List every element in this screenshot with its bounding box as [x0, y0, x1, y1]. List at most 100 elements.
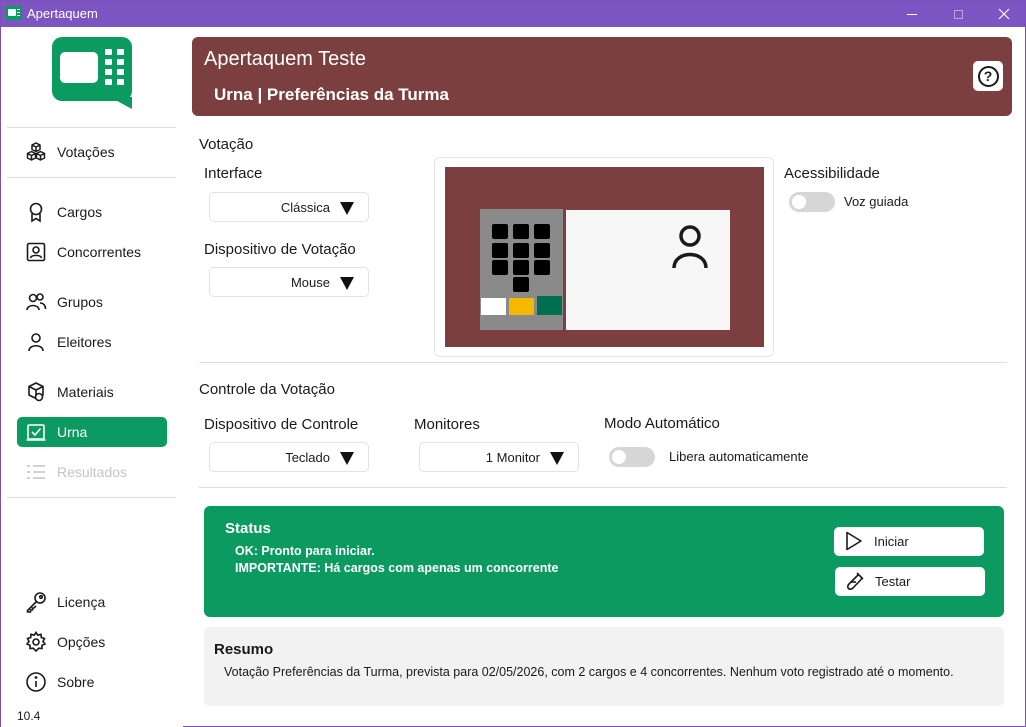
list-icon	[25, 461, 47, 483]
section-divider	[199, 362, 1007, 363]
caret-down-icon	[550, 452, 564, 465]
interface-select[interactable]: Clássica	[209, 192, 369, 222]
sidebar-item-label: Eleitores	[57, 334, 112, 350]
caret-down-icon	[340, 202, 354, 215]
sidebar-item-sobre[interactable]: Sobre	[17, 667, 167, 697]
page-header: Apertaquem Teste Urna | Preferências da …	[192, 37, 1012, 116]
status-panel: Status OK: Pronto para iniciar. IMPORTAN…	[204, 506, 1004, 617]
sidebar-item-materiais[interactable]: Materiais	[17, 377, 167, 407]
test-button-label: Testar	[875, 574, 911, 589]
voting-device-value: Mouse	[290, 274, 330, 290]
status-warning-message: IMPORTANTE: Há cargos com apenas um conc…	[235, 561, 559, 575]
interface-value: Clássica	[280, 199, 330, 215]
sidebar-item-label: Sobre	[57, 674, 95, 690]
start-button[interactable]: Iniciar	[834, 527, 984, 556]
caret-down-icon	[340, 452, 354, 465]
sidebar-item-label: Licença	[57, 594, 106, 610]
sidebar-item-urna[interactable]: Urna	[17, 417, 167, 447]
sidebar-item-licenca[interactable]: Licença	[17, 587, 167, 617]
sidebar-divider	[7, 497, 176, 498]
sidebar-divider	[7, 127, 176, 128]
test-button[interactable]: Testar	[835, 567, 985, 596]
app-version: 10.4	[17, 709, 41, 723]
sidebar-item-opcoes[interactable]: Opções	[17, 627, 167, 657]
sidebar-item-grupos[interactable]: Grupos	[17, 287, 167, 317]
status-title: Status	[225, 520, 271, 537]
sidebar-item-label: Concorrentes	[57, 244, 142, 260]
sidebar-item-resultados: Resultados	[17, 457, 167, 487]
minimize-icon	[907, 13, 917, 15]
interface-label: Interface	[204, 165, 263, 182]
urn-preview-background	[445, 167, 764, 347]
cubes-icon	[25, 141, 47, 163]
sidebar-item-votacoes[interactable]: Votações	[17, 137, 167, 167]
urn-green-button	[537, 296, 562, 315]
voice-guide-label: Voz guiada	[844, 194, 909, 209]
voice-guide-toggle[interactable]	[789, 192, 835, 212]
minimize-button[interactable]	[889, 1, 935, 27]
sidebar: Votações Cargos Concorrentes Grupos Elei…	[1, 27, 183, 727]
sidebar-item-label: Cargos	[57, 204, 103, 220]
section-divider	[199, 487, 1007, 488]
page-title: Urna | Preferências da Turma	[214, 85, 449, 104]
sidebar-item-label: Urna	[57, 424, 88, 440]
workspace-title: Apertaquem Teste	[204, 48, 366, 70]
sidebar-item-label: Materiais	[57, 384, 114, 400]
voting-device-select[interactable]: Mouse	[209, 267, 369, 297]
person-icon	[25, 331, 47, 353]
urn-screen	[566, 210, 730, 330]
help-icon: ?	[977, 65, 999, 87]
urn-white-button	[481, 298, 506, 315]
summary-panel: Resumo Votação Preferências da Turma, pr…	[204, 627, 1004, 706]
auto-mode-label: Modo Automático	[604, 415, 720, 432]
test-tube-icon	[847, 572, 864, 590]
info-icon	[25, 671, 47, 693]
monitors-value: 1 Monitor	[485, 449, 540, 465]
sidebar-item-label: Grupos	[57, 294, 103, 310]
app-logo	[52, 37, 132, 109]
ballot-box-icon	[25, 421, 47, 443]
section-title-controle: Controle da Votação	[199, 381, 335, 398]
materials-icon	[25, 381, 47, 403]
caret-down-icon	[340, 277, 354, 290]
section-title-votacao: Votação	[199, 136, 254, 153]
urn-keypad	[480, 209, 563, 330]
auto-release-label: Libera automaticamente	[669, 449, 809, 464]
monitors-label: Monitores	[414, 416, 480, 433]
status-ok-message: OK: Pronto para iniciar.	[235, 544, 375, 558]
sidebar-item-eleitores[interactable]: Eleitores	[17, 327, 167, 357]
sidebar-item-label: Resultados	[57, 464, 128, 480]
summary-title: Resumo	[214, 641, 274, 658]
award-icon	[25, 201, 47, 223]
sidebar-divider	[7, 177, 176, 178]
sidebar-item-label: Votações	[57, 144, 115, 160]
sidebar-item-concorrentes[interactable]: Concorrentes	[17, 237, 167, 267]
gear-icon	[25, 631, 47, 653]
title-bar: Apertaquem	[1, 1, 1025, 27]
start-button-label: Iniciar	[874, 534, 909, 549]
key-icon	[25, 591, 47, 613]
maximize-icon	[953, 9, 963, 19]
app-icon	[6, 6, 22, 20]
app-window: Apertaquem Votações Cargos Concorrentes …	[0, 0, 1026, 727]
voting-device-label: Dispositivo de Votação	[204, 241, 356, 258]
window-title: Apertaquem	[27, 6, 98, 21]
sidebar-item-cargos[interactable]: Cargos	[17, 197, 167, 227]
control-device-value: Teclado	[285, 449, 330, 465]
control-device-label: Dispositivo de Controle	[204, 416, 359, 433]
help-button[interactable]: ?	[973, 61, 1003, 91]
close-button[interactable]	[981, 1, 1026, 27]
urn-yellow-button	[509, 298, 534, 315]
urn-preview	[434, 157, 774, 357]
candidate-person-icon	[672, 225, 708, 269]
sidebar-item-label: Opções	[57, 634, 106, 650]
control-device-select[interactable]: Teclado	[209, 442, 369, 472]
play-icon	[846, 531, 862, 551]
contact-card-icon	[25, 241, 47, 263]
accessibility-label: Acessibilidade	[784, 165, 880, 182]
people-icon	[25, 291, 47, 313]
auto-release-toggle[interactable]	[609, 447, 655, 467]
maximize-button[interactable]	[935, 1, 981, 27]
monitors-select[interactable]: 1 Monitor	[419, 442, 579, 472]
summary-text: Votação Preferências da Turma, prevista …	[224, 665, 954, 679]
